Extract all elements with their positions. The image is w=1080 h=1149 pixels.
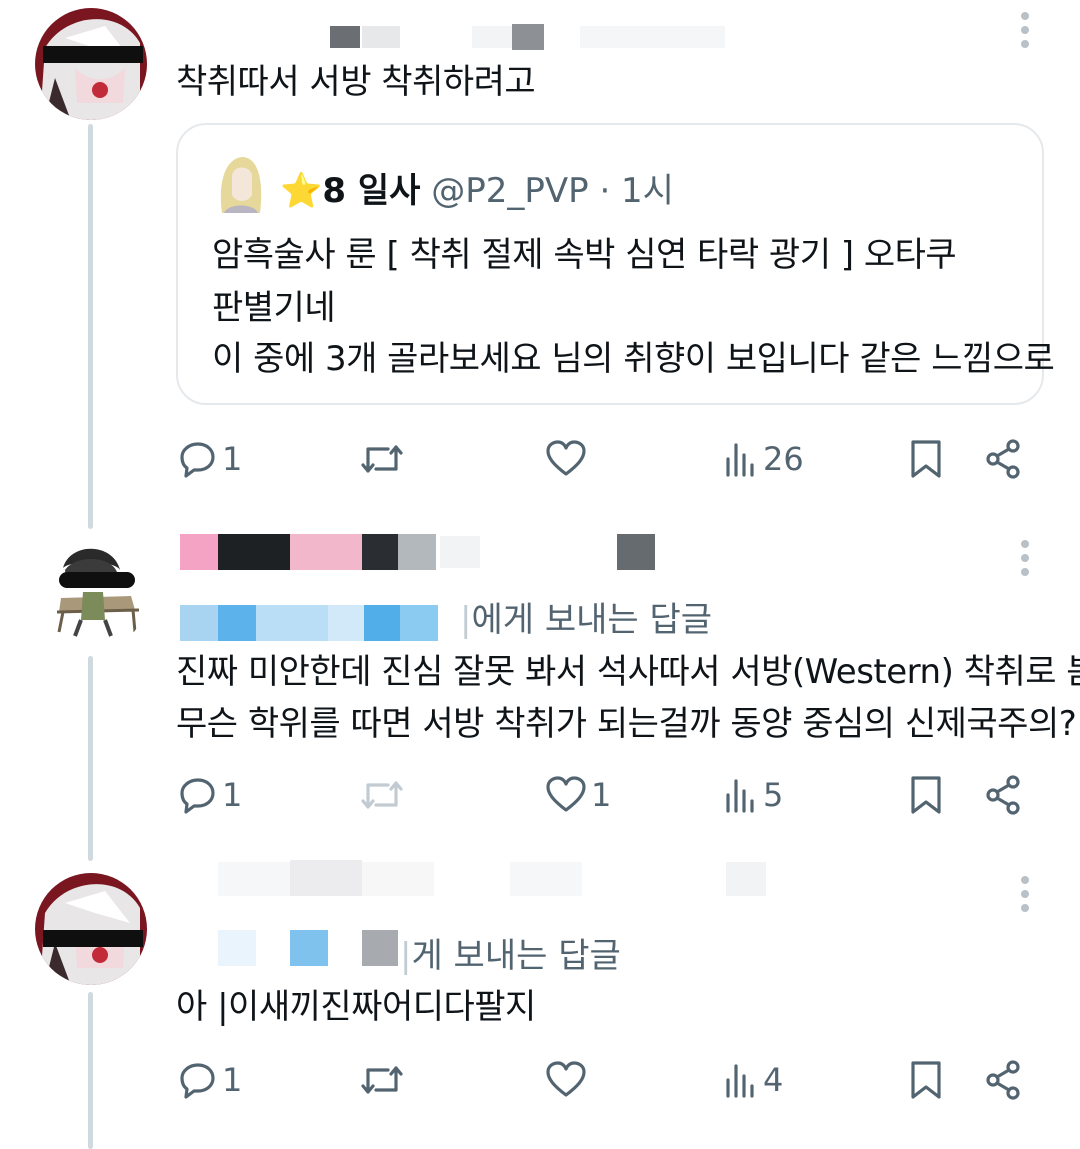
retweet-button[interactable] xyxy=(360,773,408,817)
views-icon xyxy=(726,443,754,477)
retweet-icon xyxy=(361,1066,403,1094)
reply-to-redacted xyxy=(362,930,398,966)
username-redacted xyxy=(580,26,725,48)
tweet-text: 아 |이새끼진짜어디다팔지 xyxy=(176,987,536,1027)
share-icon xyxy=(986,439,1020,479)
username-redacted xyxy=(218,862,290,896)
bookmark-icon xyxy=(911,776,941,814)
quoted-text-line: 이 중에 3개 골라보세요 님의 취향이 보입니다 같은 느낌으로 xyxy=(212,339,1055,379)
like-count: 1 xyxy=(591,776,612,814)
username-redacted xyxy=(726,862,766,896)
reply-to-redacted xyxy=(256,605,328,641)
bookmark-button[interactable] xyxy=(908,437,944,481)
bookmark-button[interactable] xyxy=(908,1058,944,1102)
reply-icon xyxy=(180,1063,215,1099)
views-button[interactable]: 26 xyxy=(723,437,804,481)
heart-icon xyxy=(546,776,586,812)
quoted-handle[interactable]: @P2_PVP xyxy=(431,171,588,211)
share-button[interactable] xyxy=(984,437,1024,481)
bookmark-icon xyxy=(911,440,941,478)
username-redacted xyxy=(398,534,436,570)
retweet-button[interactable] xyxy=(360,437,408,481)
username-redacted xyxy=(180,534,218,570)
share-icon xyxy=(986,775,1020,815)
quoted-time: · 1시 xyxy=(599,171,674,211)
reply-to-redacted xyxy=(290,930,328,966)
username-redacted xyxy=(290,534,362,570)
views-icon xyxy=(726,1064,754,1098)
reply-to-redacted xyxy=(400,605,438,641)
thread-line xyxy=(88,992,93,1149)
heart-icon xyxy=(546,440,586,476)
username-redacted xyxy=(362,534,398,570)
reply-count: 1 xyxy=(222,1061,243,1099)
reply-to-redacted xyxy=(364,605,400,641)
star-icon: ⭐ xyxy=(280,171,323,211)
quoted-tweet[interactable]: ⭐8 일사 @P2_PVP · 1시 암흑술사 룬 [ 착취 절제 속박 심연 … xyxy=(176,123,1055,405)
retweet-icon xyxy=(361,781,403,809)
username-redacted xyxy=(472,26,512,48)
retweet-button[interactable] xyxy=(360,1058,408,1102)
reply-to-label: |게 보내는 답글 xyxy=(400,936,621,976)
share-icon xyxy=(986,1060,1020,1100)
view-count: 5 xyxy=(763,776,784,814)
views-button[interactable]: 4 xyxy=(723,1058,783,1102)
views-button[interactable]: 5 xyxy=(723,773,783,817)
thread-line xyxy=(88,124,93,529)
reply-to-redacted xyxy=(328,605,364,641)
views-icon xyxy=(726,779,754,813)
reply-to-label: |에게 보내는 답글 xyxy=(460,600,713,640)
bookmark-button[interactable] xyxy=(908,773,944,817)
quoted-text-line: 암흑술사 룬 [ 착취 절제 속박 심연 타락 광기 ] 오타쿠 xyxy=(212,235,957,275)
reply-icon xyxy=(180,442,215,478)
username-redacted xyxy=(290,860,362,896)
username-redacted xyxy=(512,24,544,50)
tweet-text: 착취따서 서방 착취하려고 xyxy=(176,62,536,102)
reply-to-redacted xyxy=(180,605,218,641)
like-button[interactable] xyxy=(545,1058,591,1102)
like-button[interactable] xyxy=(545,437,591,481)
reply-icon xyxy=(180,778,215,814)
reply-to-redacted xyxy=(218,930,256,966)
bookmark-icon xyxy=(911,1061,941,1099)
reply-button[interactable]: 1 xyxy=(178,437,242,481)
username-redacted xyxy=(440,536,480,568)
retweet-icon xyxy=(361,445,403,473)
tweet-text-line: 진짜 미안한데 진심 잘못 봐서 석사따서 서방(Western) 착취로 봄 xyxy=(176,652,1080,692)
more-vertical-icon[interactable] xyxy=(1018,876,1030,916)
heart-icon xyxy=(546,1061,586,1097)
reply-count: 1 xyxy=(222,776,243,814)
reply-count: 1 xyxy=(222,440,243,478)
more-vertical-icon[interactable] xyxy=(1018,12,1030,52)
username-redacted xyxy=(362,26,400,48)
avatar[interactable] xyxy=(35,540,147,652)
share-button[interactable] xyxy=(984,1058,1024,1102)
tweet-text-line: 무슨 학위를 따면 서방 착취가 되는걸까 동양 중심의 신제국주의? xyxy=(176,704,1077,744)
username-redacted xyxy=(362,862,434,896)
quoted-display-name[interactable]: 8 일사 xyxy=(322,171,420,211)
quoted-header: ⭐8 일사 @P2_PVP · 1시 xyxy=(280,163,674,212)
reply-to-redacted xyxy=(218,605,256,641)
quoted-avatar xyxy=(214,155,268,213)
reply-button[interactable]: 1 xyxy=(178,773,242,817)
view-count: 4 xyxy=(763,1061,784,1099)
reply-button[interactable]: 1 xyxy=(178,1058,242,1102)
username-redacted xyxy=(330,26,360,48)
quoted-text-line: 판별기네 xyxy=(212,288,336,328)
more-vertical-icon[interactable] xyxy=(1018,540,1030,580)
thread-line xyxy=(88,656,93,861)
like-button[interactable]: 1 xyxy=(545,773,611,817)
avatar[interactable] xyxy=(35,873,147,985)
view-count: 26 xyxy=(763,440,804,478)
username-redacted xyxy=(218,534,290,570)
avatar[interactable] xyxy=(35,8,147,120)
username-redacted xyxy=(510,862,582,896)
username-redacted xyxy=(617,534,655,570)
share-button[interactable] xyxy=(984,773,1024,817)
